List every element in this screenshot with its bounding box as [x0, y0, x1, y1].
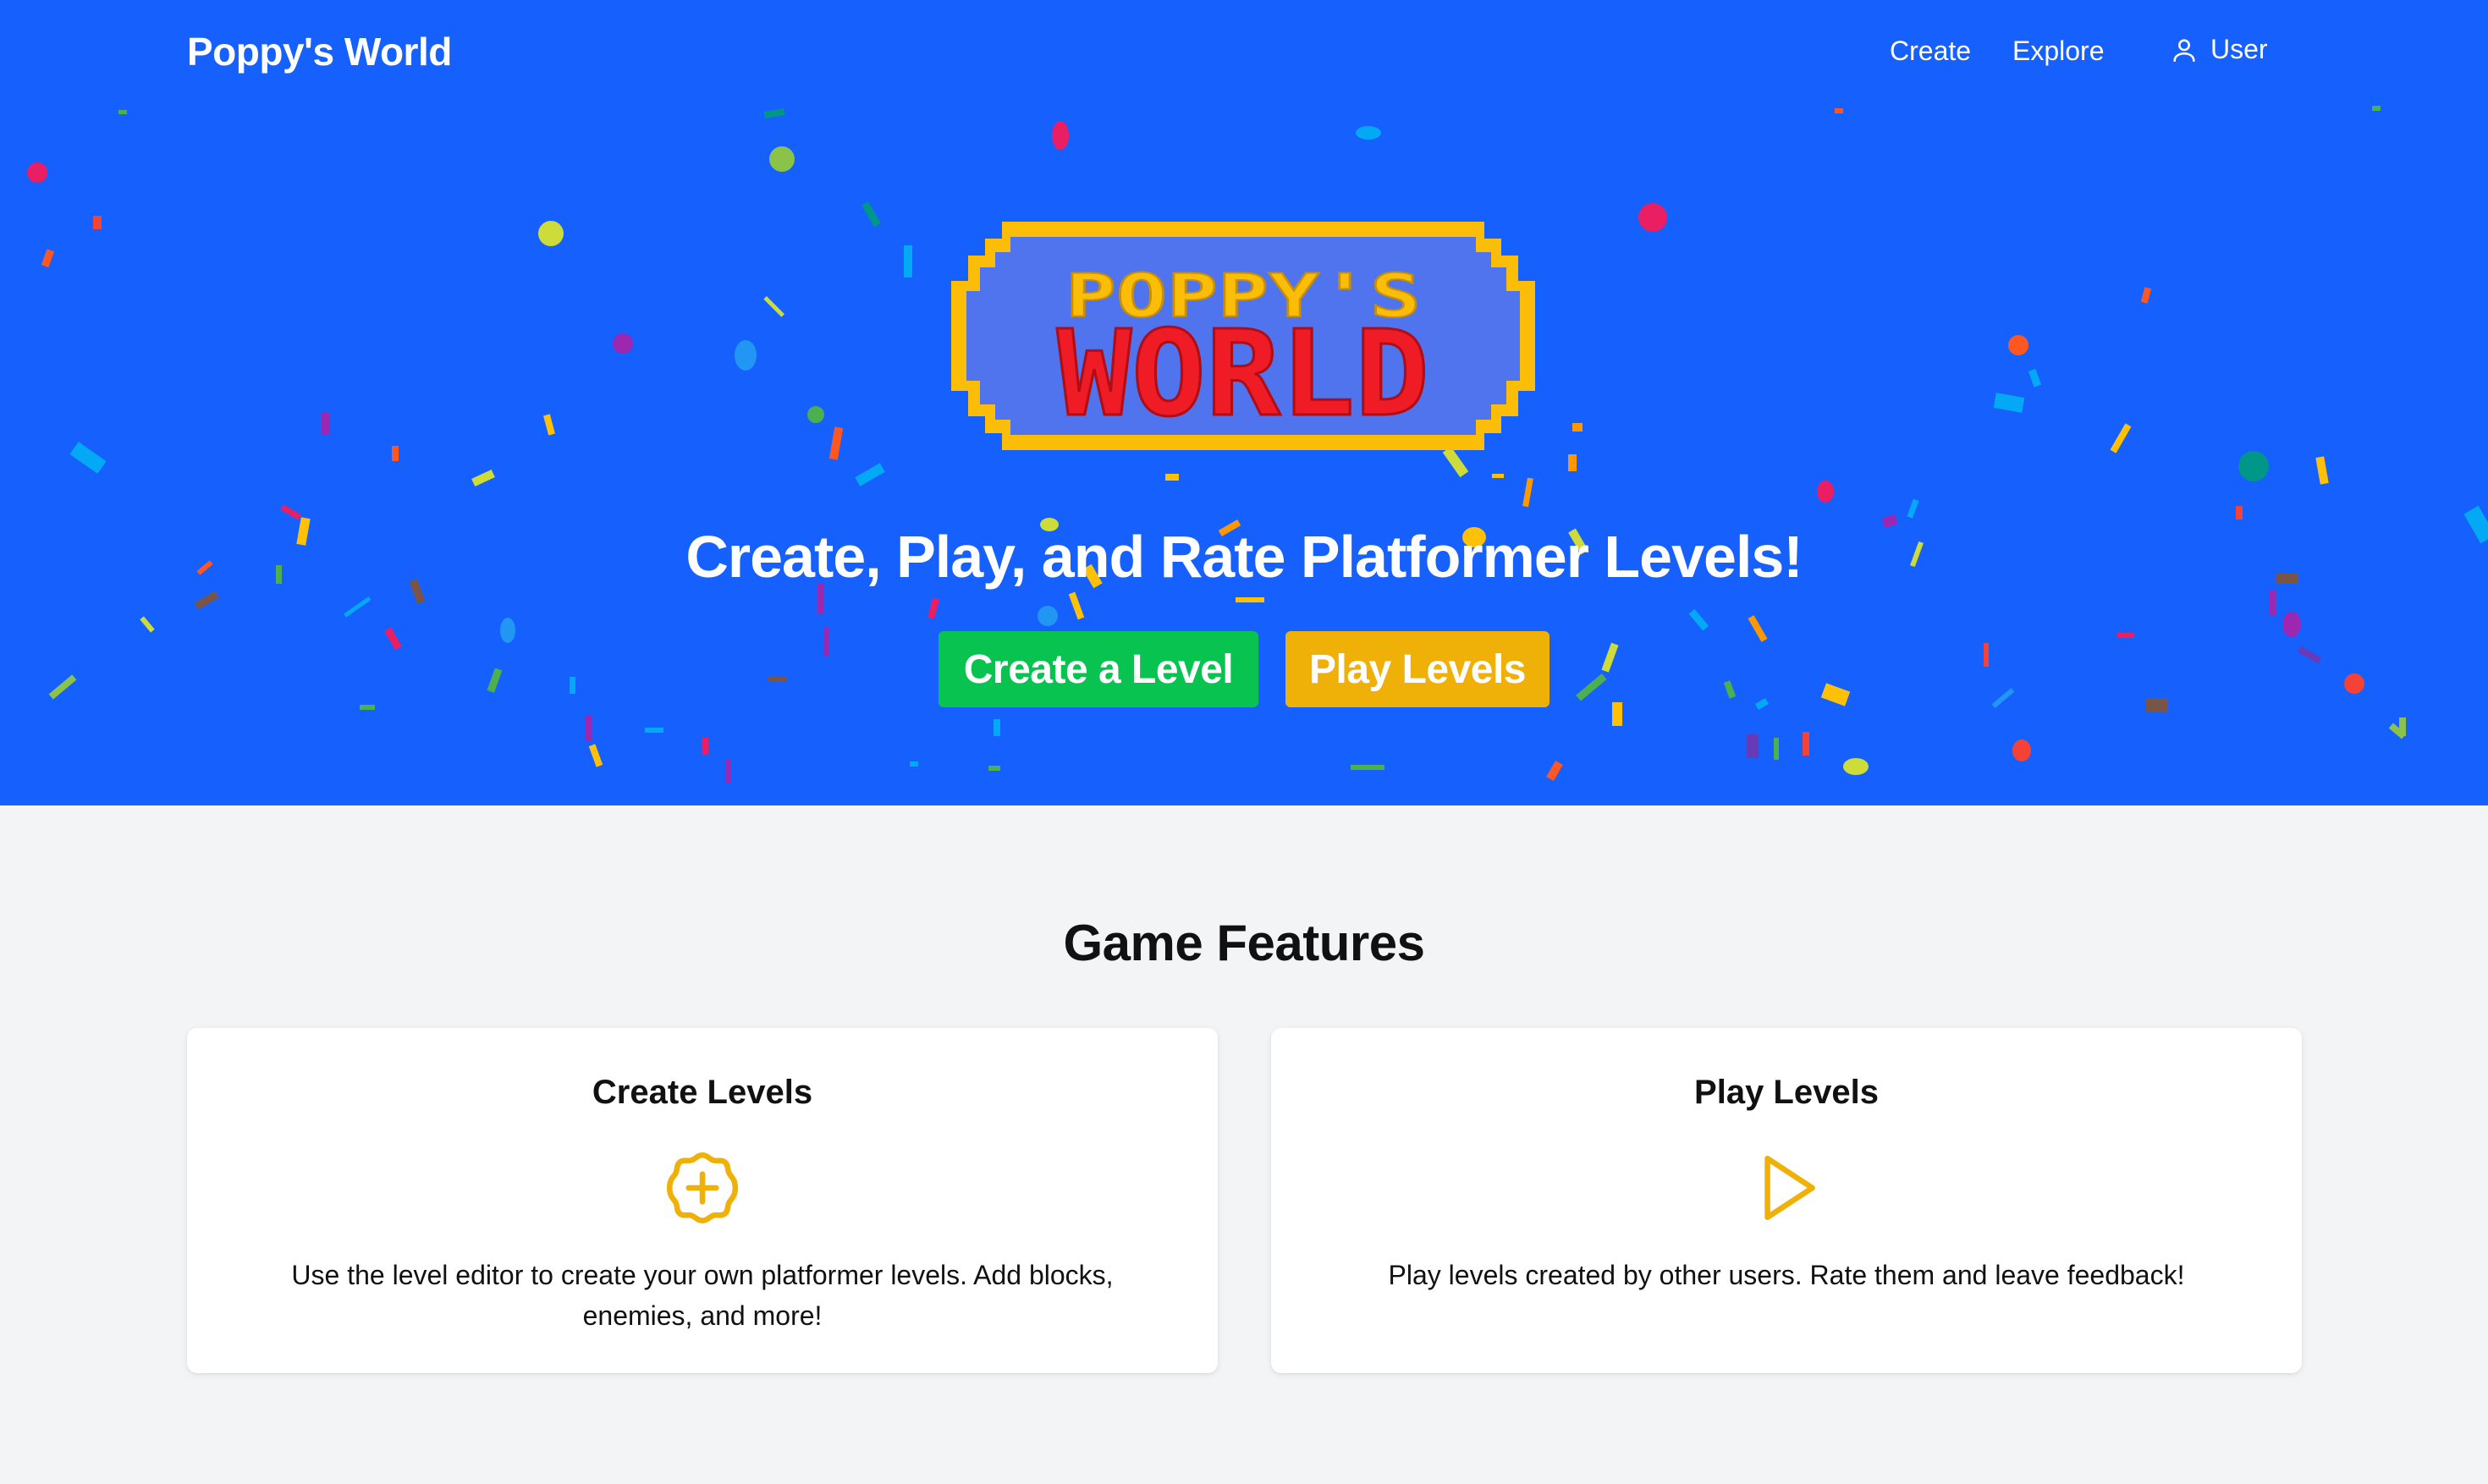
hero-section: Poppy's World Create Explore User POPPY'… [0, 0, 2488, 805]
brand-logo-link[interactable]: Poppy's World [187, 29, 452, 74]
top-navbar: Poppy's World Create Explore User [0, 0, 2488, 110]
play-icon [1745, 1146, 1828, 1229]
create-level-button[interactable]: Create a Level [939, 631, 1258, 707]
hero-tagline: Create, Play, and Rate Platformer Levels… [685, 524, 1803, 590]
game-logo: POPPY'S WORLD [951, 222, 1535, 450]
feature-card-description: Use the level editor to create your own … [291, 1260, 1114, 1331]
user-icon [2173, 38, 2195, 62]
user-menu-label: User [2210, 34, 2268, 64]
feature-card-create: Create Levels Use the level editor to cr… [187, 1028, 1218, 1373]
features-title: Game Features [1063, 915, 1425, 971]
play-levels-button[interactable]: Play Levels [1285, 631, 1549, 707]
logo-line2: WORLD [1057, 305, 1429, 443]
feature-card-play: Play Levels Play levels created by other… [1271, 1028, 2302, 1373]
feature-card-title: Create Levels [592, 1074, 813, 1111]
plus-badge-icon [661, 1146, 744, 1229]
user-menu[interactable]: User [2170, 34, 2268, 65]
feature-card-title: Play Levels [1694, 1074, 1879, 1111]
nav-link-explore[interactable]: Explore [2012, 36, 2105, 67]
feature-card-description: Play levels created by other users. Rate… [1388, 1260, 2185, 1290]
nav-link-create[interactable]: Create [1890, 36, 1971, 67]
